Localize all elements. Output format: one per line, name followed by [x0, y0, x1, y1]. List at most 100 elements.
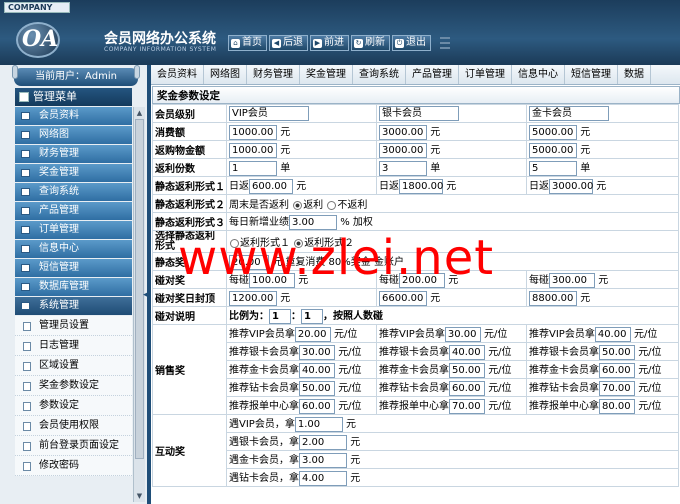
tab-data[interactable]: 数据 [618, 65, 651, 84]
cap-field[interactable]: 1200.00 [229, 290, 277, 306]
sidebar-item-finance[interactable]: 财务管理 [15, 145, 132, 163]
collapse-arrow-icon[interactable]: ◀ [143, 290, 150, 300]
sales-field[interactable]: 70.00 [599, 380, 635, 396]
subitem-log[interactable]: 日志管理 [15, 336, 132, 356]
sidebar-item-member-info[interactable]: 会员资料 [15, 107, 132, 125]
sidebar: 当前用户：Admin 管理菜单 会员资料 网络图 财务管理 奖金管理 查询系统 … [0, 65, 147, 504]
sales-field[interactable]: 30.00 [299, 344, 335, 360]
sales-field[interactable]: 50.00 [599, 344, 635, 360]
top-nav-buttons: ⌂ 首页 ◀ 后退 ▶ 前进 ↻ 刷新 ⏻ 退出 [228, 35, 431, 51]
ratio-b-field[interactable]: 1 [301, 308, 323, 324]
static-bonus-field[interactable]: 20.00 [229, 254, 269, 270]
sidebar-item-bonus[interactable]: 奖金管理 [15, 164, 132, 182]
increment-field[interactable]: 3.00 [289, 214, 337, 230]
subitem-change-password[interactable]: 修改密码 [15, 456, 132, 476]
sidebar-item-info-center[interactable]: 信息中心 [15, 240, 132, 258]
sidebar-scrollbar[interactable]: ▲ ▼ [133, 107, 145, 502]
sales-field[interactable]: 60.00 [299, 398, 335, 414]
sales-field[interactable]: 60.00 [599, 362, 635, 378]
row-label: 互动奖 [152, 414, 227, 487]
sidebar-item-sms[interactable]: 短信管理 [15, 259, 132, 277]
tab-info-center[interactable]: 信息中心 [512, 65, 565, 84]
table-row: 推荐钻卡会员拿 50.00 元/位 推荐钻卡会员拿 60.00 元/位 推荐钻卡会员… [153, 378, 679, 397]
static-field[interactable]: 600.00 [249, 178, 293, 194]
sales-field[interactable]: 40.00 [594, 326, 631, 342]
collide-field[interactable]: 100.00 [249, 272, 295, 288]
tab-network[interactable]: 网络图 [204, 65, 247, 84]
sidebar-item-database[interactable]: 数据库管理 [15, 278, 132, 296]
static-field[interactable]: 3000.00 [549, 178, 593, 194]
sidebar-item-system[interactable]: 系统管理 [15, 297, 132, 315]
rebate-yes-radio[interactable] [293, 200, 303, 210]
sales-field[interactable]: 60.00 [449, 380, 485, 396]
sidebar-item-query[interactable]: 查询系统 [15, 183, 132, 201]
subitem-admin-settings[interactable]: 管理员设置 [15, 316, 132, 336]
tab-finance[interactable]: 财务管理 [247, 65, 300, 84]
level-field[interactable]: 金卡会员 [529, 106, 609, 121]
level-field[interactable]: VIP会员 [229, 106, 309, 121]
subitem-region[interactable]: 区域设置 [15, 356, 132, 376]
purchase-field[interactable]: 5000.00 [529, 142, 577, 158]
row-label: 返购物金额 [152, 140, 227, 159]
sales-field[interactable]: 50.00 [449, 362, 485, 378]
fee-field[interactable]: 5000.00 [529, 124, 577, 140]
interact-field[interactable]: 3.00 [299, 452, 347, 468]
static-field[interactable]: 1800.00 [399, 178, 443, 194]
page-title: 奖金参数设定 [152, 86, 680, 104]
rebate-no-radio[interactable] [327, 200, 337, 210]
sales-field[interactable]: 20.00 [294, 326, 331, 342]
scroll-thumb[interactable] [135, 119, 144, 459]
panel-splitter[interactable] [147, 65, 151, 504]
subitem-login-page[interactable]: 前台登录页面设定 [15, 436, 132, 456]
logout-button[interactable]: ⏻ 退出 [392, 35, 431, 51]
scroll-down-icon[interactable]: ▼ [135, 491, 144, 501]
cap-field[interactable]: 6600.00 [379, 290, 427, 306]
table-row: 静态返利形式３ 每日新增业绩 3.00 % 加权 [152, 212, 679, 231]
tab-orders[interactable]: 订单管理 [459, 65, 512, 84]
sales-field[interactable]: 40.00 [449, 344, 485, 360]
tab-member-info[interactable]: 会员资料 [151, 65, 204, 84]
purchase-field[interactable]: 1000.00 [229, 142, 277, 158]
sales-field[interactable]: 70.00 [449, 398, 485, 414]
interact-field[interactable]: 1.00 [294, 416, 343, 432]
ratio-a-field[interactable]: 1 [269, 308, 291, 324]
interact-field[interactable]: 4.00 [299, 470, 347, 486]
folder-icon [21, 112, 30, 120]
sales-field[interactable]: 50.00 [299, 380, 335, 396]
tab-query[interactable]: 查询系统 [353, 65, 406, 84]
subitem-params[interactable]: 参数设定 [15, 396, 132, 416]
sidebar-item-products[interactable]: 产品管理 [15, 202, 132, 220]
menu-grid-icon[interactable] [440, 37, 450, 49]
rebate-field[interactable]: 3 [379, 160, 427, 176]
back-button[interactable]: ◀ 后退 [269, 35, 308, 51]
tab-sms[interactable]: 短信管理 [565, 65, 618, 84]
rebate-field[interactable]: 1 [229, 160, 277, 176]
scroll-up-icon[interactable]: ▲ [135, 108, 144, 118]
forward-button[interactable]: ▶ 前进 [310, 35, 349, 51]
interact-field[interactable]: 2.00 [299, 434, 347, 450]
subitem-member-permissions[interactable]: 会员使用权限 [15, 416, 132, 436]
collide-field[interactable]: 200.00 [399, 272, 445, 288]
fee-field[interactable]: 1000.00 [229, 124, 277, 140]
sales-field[interactable]: 80.00 [599, 398, 635, 414]
sidebar-item-network[interactable]: 网络图 [15, 126, 132, 144]
cap-field[interactable]: 8800.00 [529, 290, 577, 306]
tab-bonus[interactable]: 奖金管理 [300, 65, 353, 84]
rebate-field[interactable]: 5 [529, 160, 577, 176]
home-button[interactable]: ⌂ 首页 [228, 35, 267, 51]
fee-field[interactable]: 3000.00 [379, 124, 427, 140]
level-field[interactable]: 银卡会员 [379, 106, 459, 121]
forward-arrow-icon: ▶ [313, 38, 322, 48]
sales-field[interactable]: 40.00 [299, 362, 335, 378]
table-row: 返购物金额 1000.00 元 3000.00 元 5000.00 元 [152, 140, 679, 159]
refresh-button[interactable]: ↻ 刷新 [351, 35, 390, 51]
form2-radio[interactable] [294, 238, 304, 248]
subitem-bonus-params[interactable]: 奖金参数设定 [15, 376, 132, 396]
collide-field[interactable]: 300.00 [549, 272, 595, 288]
sidebar-item-orders[interactable]: 订单管理 [15, 221, 132, 239]
sales-field[interactable]: 30.00 [444, 326, 481, 342]
document-icon [23, 362, 31, 371]
tab-products[interactable]: 产品管理 [406, 65, 459, 84]
purchase-field[interactable]: 3000.00 [379, 142, 427, 158]
form1-radio[interactable] [230, 238, 239, 248]
